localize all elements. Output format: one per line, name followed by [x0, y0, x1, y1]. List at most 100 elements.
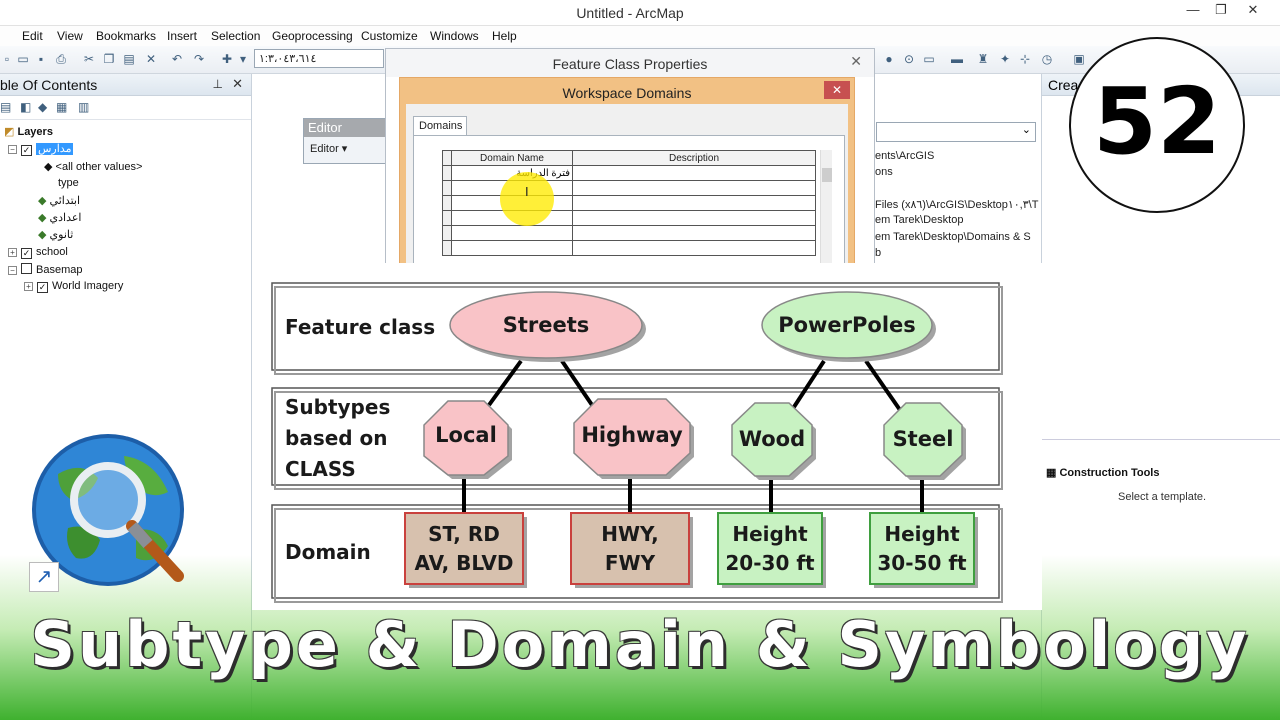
- menu-selection[interactable]: Selection: [211, 29, 260, 43]
- route-icon[interactable]: ✦: [998, 52, 1012, 66]
- window-titlebar: Untitled - ArcMap — ❐ ✕: [0, 0, 1280, 26]
- minimize-button[interactable]: —: [1180, 2, 1206, 17]
- toc-layer-basemap[interactable]: − Basemap: [8, 263, 82, 276]
- domain-name-cell[interactable]: [451, 225, 573, 241]
- table-row[interactable]: [442, 240, 816, 256]
- options-icon[interactable]: ▥: [78, 100, 89, 114]
- close-icon[interactable]: ✕: [850, 53, 862, 70]
- list-by-selection-icon[interactable]: ▦: [56, 100, 67, 114]
- toc-layer-madares[interactable]: − ✓ مدارس: [8, 142, 74, 156]
- domain-name-cell[interactable]: [451, 240, 573, 256]
- table-row[interactable]: [442, 180, 816, 196]
- domain-line: 20-30 ft: [725, 551, 815, 575]
- close-window-button[interactable]: ✕: [1240, 2, 1266, 18]
- find-icon[interactable]: ♜: [976, 52, 990, 66]
- xy-icon[interactable]: ⊹: [1018, 52, 1032, 66]
- table-row[interactable]: [442, 195, 816, 211]
- catalog-panel: ents\ArcGIS ons Files (x٨٦)\ArcGIS\Deskt…: [871, 74, 1041, 266]
- domain-line: Height: [884, 522, 960, 546]
- expand-icon[interactable]: +: [24, 282, 33, 291]
- list-by-source-icon[interactable]: ◧: [20, 100, 31, 114]
- copy-icon[interactable]: ❐: [102, 52, 116, 66]
- window-icon[interactable]: ▣: [1072, 52, 1086, 66]
- description-cell[interactable]: [572, 240, 816, 256]
- table-row[interactable]: فترة الدراسة: [442, 165, 816, 181]
- layer-checkbox[interactable]: ✓: [21, 145, 32, 156]
- delete-icon[interactable]: ✕: [144, 52, 158, 66]
- save-icon[interactable]: ▪: [34, 52, 48, 66]
- close-button[interactable]: ✕: [824, 81, 850, 99]
- print-icon[interactable]: ⎙: [54, 52, 68, 66]
- dialog-body: Domains Domain Name Description فترة الد…: [406, 104, 848, 295]
- column-header-domain-name[interactable]: Domain Name: [451, 150, 573, 166]
- menu-edit[interactable]: Edit: [22, 29, 43, 43]
- tab-domains[interactable]: Domains: [413, 116, 467, 136]
- menu-geoprocessing[interactable]: Geoprocessing: [272, 29, 353, 43]
- paste-icon[interactable]: ▤: [122, 52, 136, 66]
- table-row[interactable]: [442, 210, 816, 226]
- add-data-icon[interactable]: ✚: [220, 52, 234, 66]
- identify-icon[interactable]: ●: [882, 52, 896, 66]
- window-title: Untitled - ArcMap: [576, 5, 684, 21]
- list-by-drawing-order-icon[interactable]: ▤: [0, 100, 11, 114]
- layer-checkbox[interactable]: [21, 263, 32, 274]
- menu-bookmarks[interactable]: Bookmarks: [96, 29, 156, 43]
- editor-menu-button[interactable]: Editor ▾: [304, 137, 392, 160]
- catalog-line[interactable]: Files (x٨٦)\ArcGIS\Desktop١٠,٣\T: [875, 198, 1038, 211]
- episode-number: 52: [1092, 68, 1222, 175]
- catalog-line[interactable]: b: [875, 247, 881, 259]
- description-cell[interactable]: [572, 165, 816, 181]
- redo-icon[interactable]: ↷: [192, 52, 206, 66]
- info-icon[interactable]: ⊙: [902, 52, 916, 66]
- new-icon[interactable]: ▫: [0, 52, 14, 66]
- table-row[interactable]: [442, 225, 816, 241]
- collapse-icon[interactable]: −: [8, 266, 17, 275]
- menu-insert[interactable]: Insert: [167, 29, 197, 43]
- workspace-domains-dialog: Workspace Domains ✕ Domains Domain Name …: [399, 77, 855, 295]
- bullet-icon: ◆: [38, 195, 47, 207]
- layer-checkbox[interactable]: ✓: [37, 282, 48, 293]
- undo-icon[interactable]: ↶: [170, 52, 184, 66]
- add-data-dropdown-icon[interactable]: ▾: [236, 52, 250, 66]
- open-icon[interactable]: ▭: [16, 52, 30, 66]
- list-by-visibility-icon[interactable]: ◆: [38, 100, 47, 114]
- node-local: Local: [435, 423, 497, 447]
- catalog-location-combo[interactable]: ⌄: [876, 122, 1036, 142]
- time-slider-icon[interactable]: ◷: [1040, 52, 1054, 66]
- toc-layer-world-imagery[interactable]: + ✓ World Imagery: [24, 280, 123, 293]
- toc-layer-school[interactable]: + ✓ school: [8, 246, 68, 259]
- menu-view[interactable]: View: [57, 29, 83, 43]
- toc-toolbar: ▤ ◧ ◆ ▦ ▥: [0, 96, 251, 120]
- menu-help[interactable]: Help: [492, 29, 517, 43]
- catalog-line[interactable]: em Tarek\Desktop: [875, 214, 963, 226]
- pin-icon[interactable]: ⊥: [213, 77, 223, 91]
- cut-icon[interactable]: ✂: [82, 52, 96, 66]
- catalog-line[interactable]: ents\ArcGIS: [875, 150, 934, 162]
- scrollbar-thumb[interactable]: [822, 168, 832, 182]
- layers-root[interactable]: ◩ Layers: [4, 125, 53, 138]
- description-cell[interactable]: [572, 225, 816, 241]
- collapse-icon[interactable]: −: [8, 145, 17, 154]
- description-cell[interactable]: [572, 195, 816, 211]
- maximize-button[interactable]: ❐: [1208, 2, 1234, 18]
- measure-icon[interactable]: ▬: [950, 52, 964, 66]
- catalog-line[interactable]: ons: [875, 166, 893, 178]
- layer-label: World Imagery: [52, 280, 124, 292]
- close-icon[interactable]: ✕: [232, 76, 243, 92]
- domain-line: ST, RD: [428, 522, 500, 546]
- html-popup-icon[interactable]: ▭: [922, 52, 936, 66]
- subtype-domain-diagram: Feature class Subtypes based on CLASS Do…: [252, 263, 1042, 610]
- menu-windows[interactable]: Windows: [430, 29, 479, 43]
- dialog-title: Feature Class Properties: [386, 49, 874, 77]
- description-cell[interactable]: [572, 210, 816, 226]
- map-scale-combo[interactable]: ١:٣،٠٤٣،٦١٤: [254, 49, 384, 68]
- menu-customize[interactable]: Customize: [361, 29, 418, 43]
- expand-icon[interactable]: +: [8, 248, 17, 257]
- column-header-description[interactable]: Description: [572, 150, 816, 166]
- description-cell[interactable]: [572, 180, 816, 196]
- legend-item-3: ◆ ثانوي: [38, 228, 73, 241]
- legend-item-other: ◆ <all other values>: [44, 160, 142, 173]
- catalog-line[interactable]: em Tarek\Desktop\Domains & S: [875, 231, 1031, 243]
- layer-checkbox[interactable]: ✓: [21, 248, 32, 259]
- domain-line: AV, BLVD: [414, 551, 514, 575]
